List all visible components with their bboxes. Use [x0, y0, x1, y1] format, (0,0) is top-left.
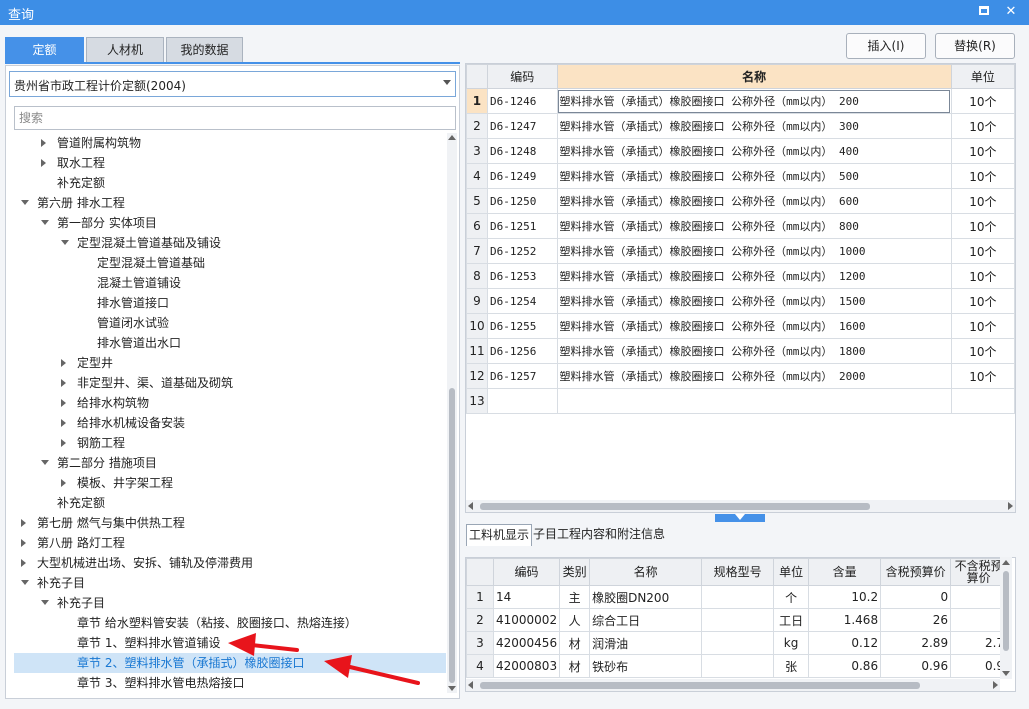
annotation-arrows	[228, 633, 420, 685]
annotation-arrow-2	[324, 655, 420, 685]
annotation-arrow-1	[228, 633, 299, 656]
